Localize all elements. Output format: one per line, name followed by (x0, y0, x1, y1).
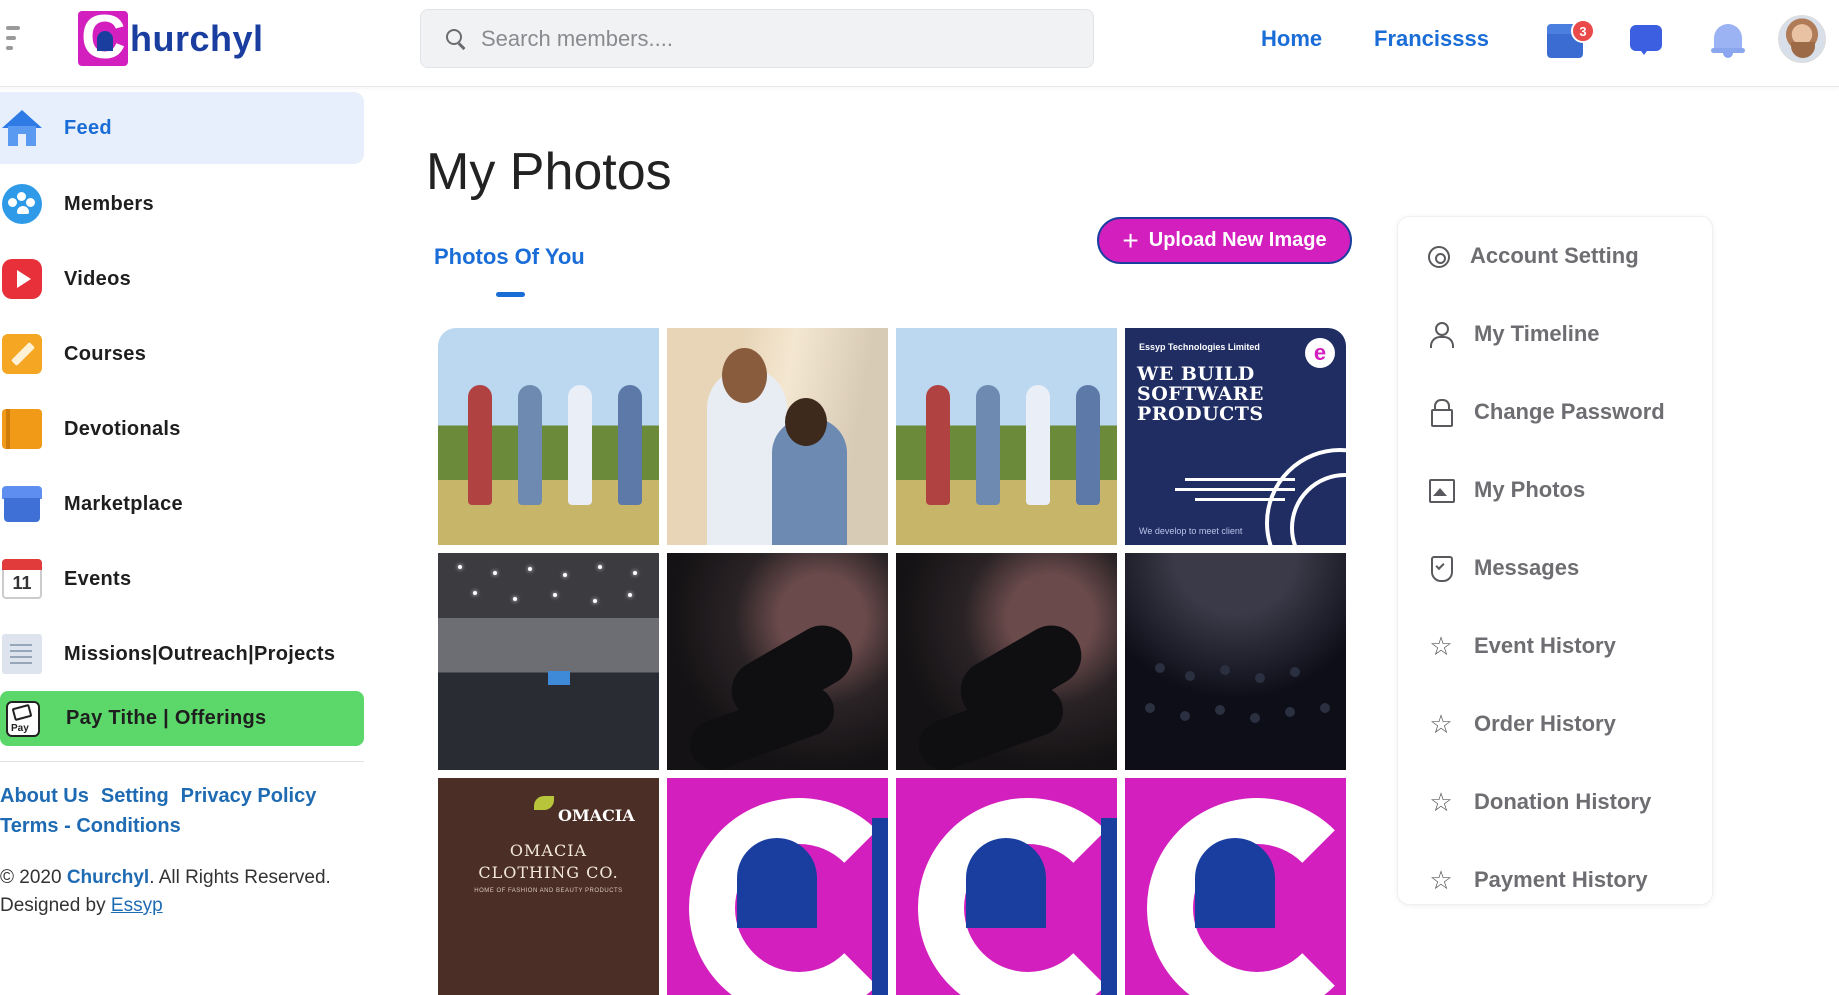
store-count-badge: 3 (1571, 19, 1595, 43)
menu-item-label: Donation History (1474, 789, 1652, 814)
top-header: C hurchyl Home Francissss 3 (0, 0, 1839, 87)
upload-new-image-button[interactable]: + Upload New Image (1097, 217, 1352, 264)
menu-item-label: My Photos (1474, 477, 1586, 502)
notification-bell-icon[interactable] (1711, 20, 1745, 58)
home-icon (2, 108, 42, 148)
nav-profile-link[interactable]: Francissss (1374, 26, 1489, 52)
logo-text: hurchyl (130, 17, 264, 59)
left-sidebar: Feed Members Videos Courses Devotionals … (0, 88, 366, 916)
menu-item-label: Order History (1474, 711, 1616, 736)
footer-links: About Us Setting Privacy Policy Terms - Co… (0, 781, 364, 841)
privacy-policy-link[interactable]: Privacy Policy (181, 785, 317, 807)
lock-icon (1428, 399, 1454, 427)
photo-thumbnail[interactable] (896, 328, 1117, 545)
photo-thumbnail[interactable]: OMACIA OMACIA CLOTHING CO. HOME OF FASHIO… (438, 778, 659, 995)
sidebar-divider (0, 761, 364, 762)
page-title: My Photos (426, 143, 672, 201)
photo-thumbnail[interactable] (438, 553, 659, 770)
sidebar-item-label: Marketplace (64, 492, 183, 515)
photo-thumbnail[interactable] (1125, 553, 1346, 770)
tab-photos-of-you[interactable]: Photos Of You (434, 244, 585, 270)
document-icon (2, 634, 42, 674)
menu-item-change-password[interactable]: Change Password (1398, 382, 1714, 442)
sidebar-item-label: Missions|Outreach|Projects (64, 642, 336, 665)
gear-icon (1428, 246, 1450, 268)
user-icon (1428, 321, 1454, 348)
terms-link[interactable]: Terms - Conditions (0, 815, 181, 837)
photo-thumbnail[interactable] (1125, 778, 1346, 995)
account-menu-panel: Account Setting My Timeline Change Passw… (1397, 216, 1713, 905)
book-icon (2, 409, 42, 449)
menu-item-event-history[interactable]: ☆ Event History (1398, 616, 1714, 676)
photo-thumbnail[interactable] (896, 778, 1117, 995)
menu-item-label: My Timeline (1474, 321, 1600, 346)
shield-icon (1428, 555, 1454, 582)
sidebar-item-missions[interactable]: Missions|Outreach|Projects (0, 618, 364, 690)
sidebar-item-videos[interactable]: Videos (0, 243, 364, 315)
sidebar-item-label: Feed (64, 116, 112, 139)
star-icon: ☆ (1429, 631, 1453, 661)
user-avatar[interactable] (1778, 15, 1826, 63)
menu-item-label: Payment History (1474, 867, 1648, 892)
sidebar-item-pay-tithe[interactable]: Pay Pay Tithe | Offerings (0, 691, 364, 746)
churchyl-logo[interactable]: C hurchyl (78, 11, 264, 66)
photo-thumbnail[interactable] (667, 328, 888, 545)
search-icon (443, 26, 469, 52)
sidebar-item-members[interactable]: Members (0, 168, 364, 240)
sidebar-item-devotionals[interactable]: Devotionals (0, 393, 364, 465)
photo-thumbnail[interactable] (667, 553, 888, 770)
menu-item-my-photos[interactable]: My Photos (1398, 460, 1714, 520)
photo-thumbnail[interactable] (667, 778, 888, 995)
calendar-icon: 11 (2, 559, 42, 599)
copyright-brand-link[interactable]: Churchyl (67, 867, 149, 888)
photo-thumbnail[interactable] (896, 553, 1117, 770)
courses-icon (2, 334, 42, 374)
store-icon (2, 484, 42, 524)
menu-item-my-timeline[interactable]: My Timeline (1398, 304, 1714, 364)
photo-thumbnail[interactable] (438, 328, 659, 545)
menu-item-label: Messages (1474, 555, 1580, 580)
sidebar-item-label: Courses (64, 342, 147, 365)
plus-icon: + (1122, 224, 1139, 256)
image-icon (1428, 477, 1455, 503)
menu-item-label: Event History (1474, 633, 1616, 658)
menu-item-label: Change Password (1474, 399, 1665, 424)
menu-item-messages[interactable]: Messages (1398, 538, 1714, 598)
logo-badge-icon: C (78, 11, 128, 66)
chat-icon[interactable] (1630, 25, 1662, 55)
members-icon (2, 184, 42, 224)
essyp-link[interactable]: Essyp (111, 895, 163, 916)
sidebar-item-events[interactable]: 11 Events (0, 543, 364, 615)
sidebar-item-label: Pay Tithe | Offerings (66, 707, 267, 729)
menu-item-account-setting[interactable]: Account Setting (1398, 226, 1714, 286)
menu-item-donation-history[interactable]: ☆ Donation History (1398, 772, 1714, 832)
about-us-link[interactable]: About Us (0, 785, 89, 807)
sidebar-item-label: Events (64, 567, 132, 590)
nav-home-link[interactable]: Home (1261, 26, 1322, 52)
sidebar-item-courses[interactable]: Courses (0, 318, 364, 390)
menu-item-payment-history[interactable]: ☆ Payment History (1398, 850, 1714, 910)
sidebar-item-label: Devotionals (64, 417, 181, 440)
star-icon: ☆ (1429, 709, 1453, 739)
search-bar (420, 9, 1094, 68)
menu-item-order-history[interactable]: ☆ Order History (1398, 694, 1714, 754)
essyp-logo-icon: e (1305, 338, 1335, 368)
copyright: © 2020 Churchyl. All Rights Reserved. De… (0, 867, 331, 916)
pay-icon: Pay (6, 700, 40, 737)
sidebar-item-feed[interactable]: Feed (0, 92, 364, 164)
sidebar-item-label: Members (64, 192, 154, 215)
videos-icon (2, 259, 42, 299)
sidebar-item-marketplace[interactable]: Marketplace (0, 468, 364, 540)
star-icon: ☆ (1429, 865, 1453, 895)
menu-item-label: Account Setting (1470, 243, 1639, 268)
search-input[interactable] (481, 25, 1041, 52)
photo-thumbnail[interactable]: Essyp Technologies Limited e WE BUILD SOF… (1125, 328, 1346, 545)
tab-active-indicator (496, 292, 525, 297)
hamburger-menu-icon[interactable] (6, 26, 26, 54)
sidebar-item-label: Videos (64, 267, 132, 290)
star-icon: ☆ (1429, 787, 1453, 817)
setting-link[interactable]: Setting (101, 785, 169, 807)
